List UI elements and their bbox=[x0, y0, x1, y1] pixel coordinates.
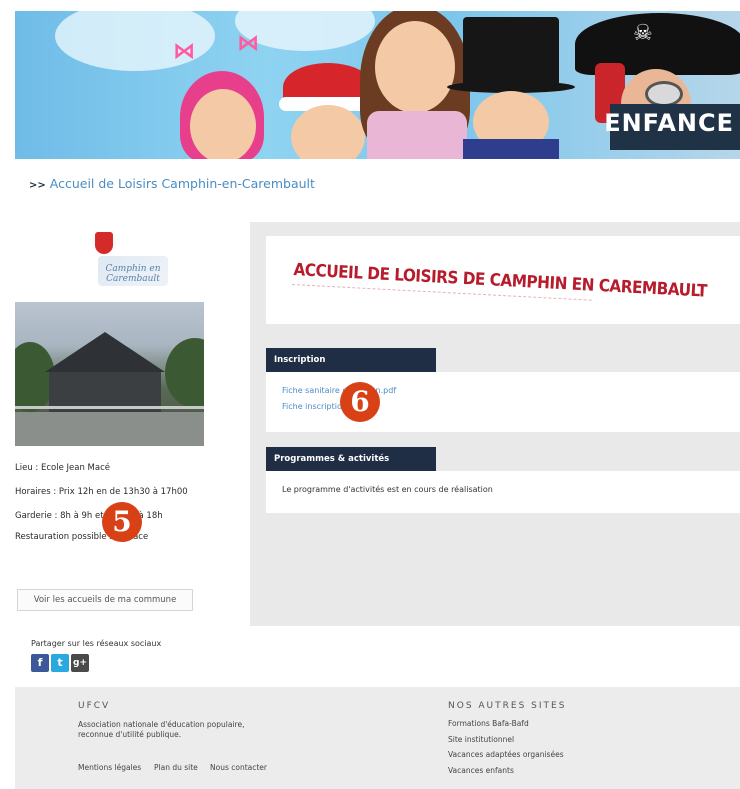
info-horaires: Horaires : Prix 12h en de 13h30 à 17h00 bbox=[15, 487, 188, 497]
footer-sites-heading: NOS AUTRES SITES bbox=[448, 701, 567, 711]
footer-ufcv-description-1: Association nationale d'éducation popula… bbox=[78, 720, 245, 729]
enfance-label: ENFANCE bbox=[604, 109, 734, 137]
child-costume bbox=[463, 139, 559, 159]
programmes-header: Programmes & activités bbox=[266, 447, 436, 471]
butterfly-icon: ⋈ bbox=[237, 31, 259, 56]
butterfly-icon: ⋈ bbox=[173, 39, 195, 64]
footer-link-vacances-adaptees[interactable]: Vacances adaptées organisées bbox=[448, 750, 564, 759]
title-card: ACCUEIL DE LOISIRS DE CAMPHIN EN CAREMBA… bbox=[266, 236, 740, 324]
tree bbox=[165, 338, 204, 408]
footer-link-mentions[interactable]: Mentions légales bbox=[78, 763, 141, 772]
footer-link-bafa[interactable]: Formations Bafa-Bafd bbox=[448, 719, 529, 728]
marker-6: 6 bbox=[340, 382, 380, 422]
child-face bbox=[291, 105, 365, 159]
share-label: Partager sur les réseaux sociaux bbox=[31, 639, 162, 648]
programmes-card: Le programme d'activités est en cours de… bbox=[266, 471, 740, 513]
child-dress bbox=[367, 111, 467, 159]
marker-5: 5 bbox=[102, 502, 142, 542]
footer-ufcv-heading: UFCV bbox=[78, 701, 111, 711]
footer-link-institutionnel[interactable]: Site institutionnel bbox=[448, 735, 514, 744]
link-fiche-sanitaire[interactable]: Fiche sanitaire de liaison.pdf bbox=[282, 386, 396, 395]
footer: UFCV Association nationale d'éducation p… bbox=[15, 687, 740, 789]
inscription-header: Inscription bbox=[266, 348, 436, 372]
top-hat bbox=[463, 17, 559, 87]
header-banner: ⋈ ⋈ ☠ ENFANCE bbox=[15, 11, 740, 159]
building-roof bbox=[45, 332, 165, 372]
footer-link-plan[interactable]: Plan du site bbox=[154, 763, 198, 772]
google-plus-icon[interactable]: g+ bbox=[71, 654, 89, 672]
breadcrumb: >> Accueil de Loisirs Camphin-en-Carembau… bbox=[29, 176, 315, 191]
facebook-icon[interactable]: f bbox=[31, 654, 49, 672]
building-photo bbox=[15, 302, 204, 446]
fence bbox=[15, 406, 204, 409]
pavement bbox=[15, 412, 204, 446]
view-communes-button[interactable]: Voir les accueils de ma commune bbox=[17, 589, 193, 611]
inscription-card: Fiche sanitaire de liaison.pdf Fiche ins… bbox=[266, 372, 740, 432]
breadcrumb-link[interactable]: Accueil de Loisirs Camphin-en-Carembault bbox=[50, 176, 315, 191]
commune-logo-text: Camphin en Carembault bbox=[98, 256, 168, 286]
main-panel: ACCUEIL DE LOISIRS DE CAMPHIN EN CAREMBA… bbox=[250, 222, 740, 626]
skull-icon: ☠ bbox=[633, 21, 653, 46]
shield-icon bbox=[95, 232, 113, 254]
info-lieu: Lieu : Ecole Jean Macé bbox=[15, 463, 110, 473]
programmes-text: Le programme d'activités est en cours de… bbox=[282, 485, 493, 494]
footer-link-contact[interactable]: Nous contacter bbox=[210, 763, 267, 772]
twitter-icon[interactable]: t bbox=[51, 654, 69, 672]
commune-logo: Camphin en Carembault bbox=[90, 232, 172, 290]
sidebar-panel: Camphin en Carembault Lieu : Ecole Jean … bbox=[15, 222, 249, 626]
footer-link-vacances-enfants[interactable]: Vacances enfants bbox=[448, 766, 514, 775]
breadcrumb-arrows: >> bbox=[29, 180, 46, 191]
child-face bbox=[190, 89, 256, 159]
footer-ufcv-description-2: reconnue d'utilité publique. bbox=[78, 730, 182, 739]
child-face bbox=[375, 21, 455, 113]
